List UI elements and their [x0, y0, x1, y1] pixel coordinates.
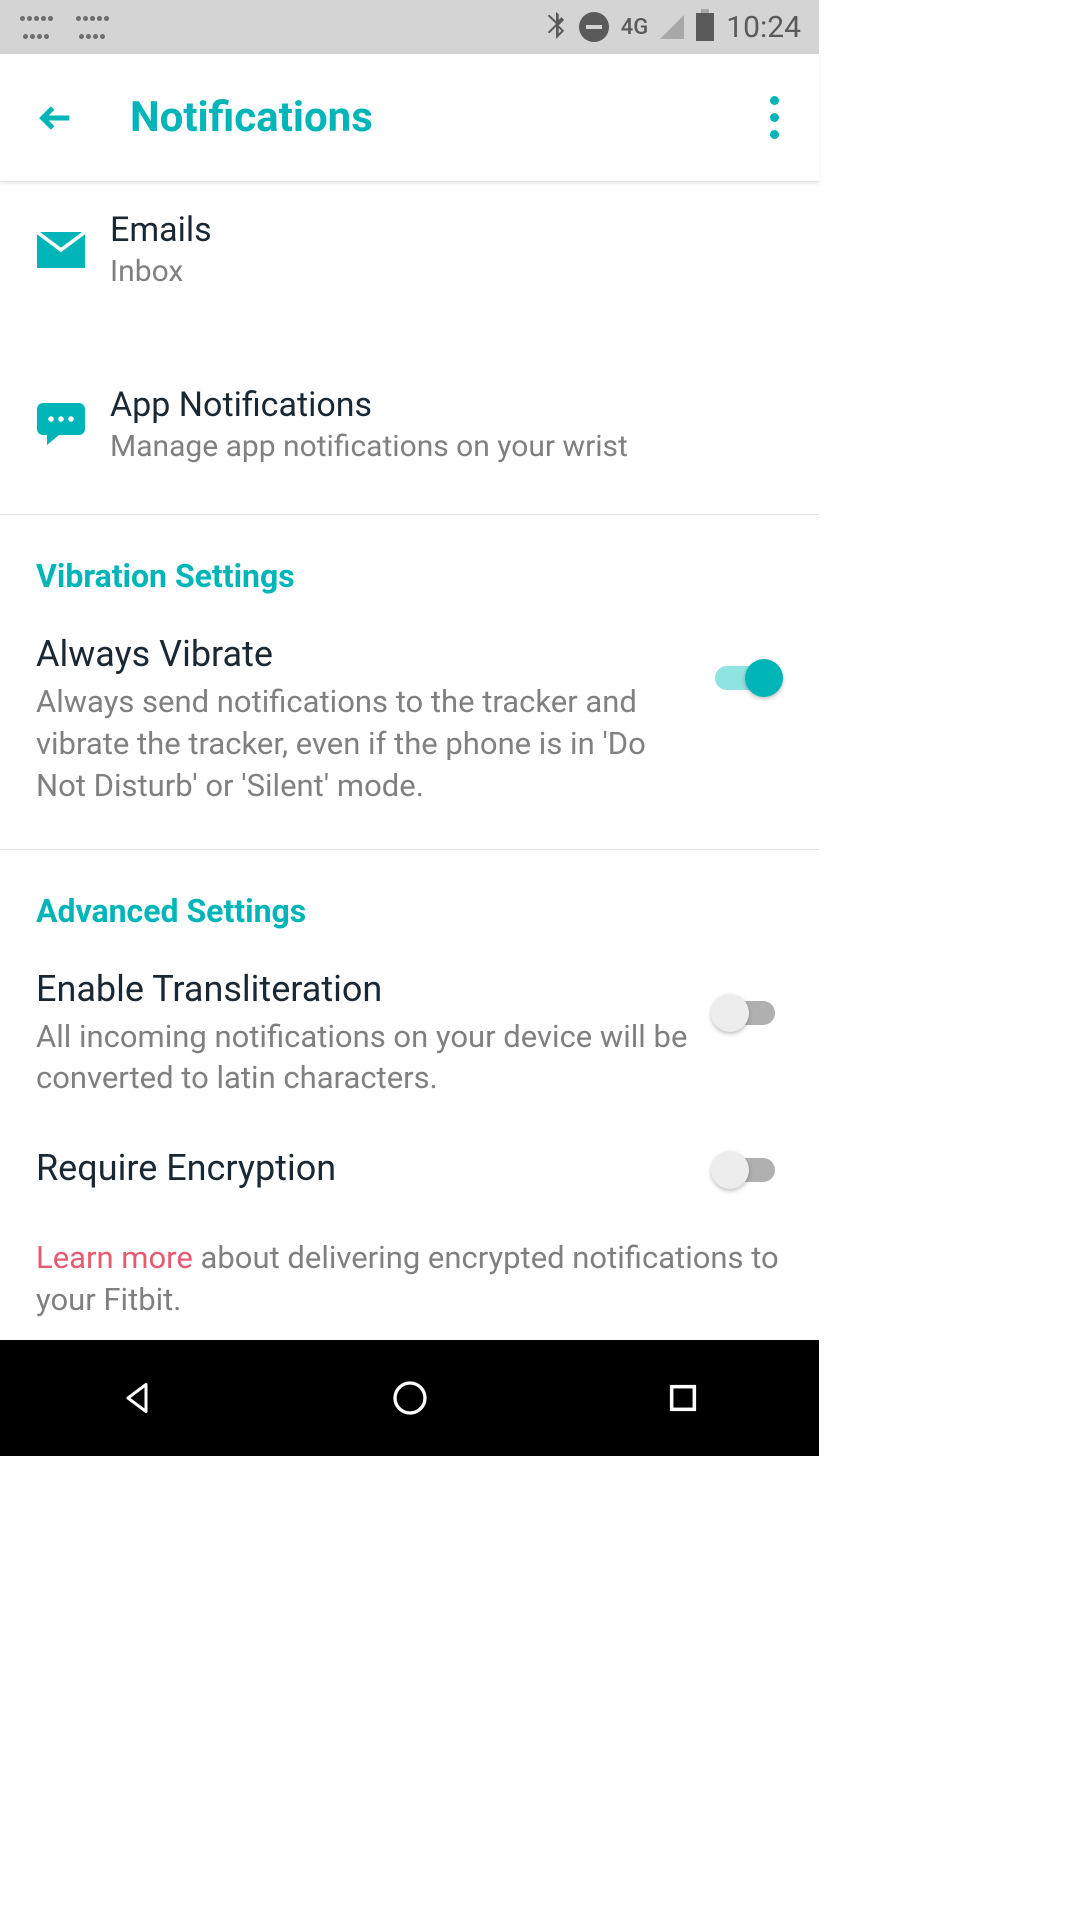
- item-subtitle: Manage app notifications on your wrist: [110, 429, 783, 464]
- setting-title: Enable Transliteration: [36, 968, 691, 1010]
- section-header-advanced: Advanced Settings: [0, 850, 819, 948]
- email-icon: [36, 225, 86, 275]
- setting-require-encryption[interactable]: Require Encryption: [0, 1119, 819, 1215]
- list-item-app-notifications[interactable]: App Notifications Manage app notificatio…: [0, 357, 819, 492]
- nav-back-button[interactable]: [77, 1380, 197, 1416]
- setting-always-vibrate[interactable]: Always Vibrate Always send notifications…: [0, 613, 819, 827]
- android-nav-bar: [0, 1340, 819, 1456]
- learn-more-link[interactable]: Learn more: [36, 1239, 193, 1276]
- clock: 10:24: [726, 10, 801, 45]
- more-menu-button[interactable]: [760, 86, 789, 149]
- statusbar-right: 4G 10:24: [545, 9, 801, 46]
- android-status-bar: 4G 10:24: [0, 0, 819, 54]
- chat-icon: [36, 400, 86, 450]
- item-title: Emails: [110, 210, 783, 250]
- battery-icon: [696, 13, 714, 41]
- app-bar: Notifications: [0, 54, 819, 182]
- setting-description: Always send notifications to the tracker…: [36, 681, 691, 807]
- nav-home-button[interactable]: [350, 1378, 470, 1418]
- setting-title: Require Encryption: [36, 1147, 691, 1189]
- statusbar-left: [18, 9, 110, 45]
- list-item-emails[interactable]: Emails Inbox: [0, 182, 819, 317]
- toggle-transliteration[interactable]: [711, 994, 783, 1032]
- section-header-vibration: Vibration Settings: [0, 515, 819, 613]
- do-not-disturb-icon: [579, 12, 609, 42]
- back-button[interactable]: [36, 98, 76, 138]
- setting-enable-transliteration[interactable]: Enable Transliteration All incoming noti…: [0, 948, 819, 1120]
- nav-recent-button[interactable]: [623, 1381, 743, 1415]
- toggle-encryption[interactable]: [711, 1151, 783, 1189]
- fitbit-icon: [74, 9, 110, 45]
- network-label: 4G: [621, 15, 649, 40]
- setting-title: Always Vibrate: [36, 633, 691, 675]
- signal-icon: [660, 15, 684, 39]
- page-title: Notifications: [130, 93, 373, 142]
- fitbit-icon: [18, 9, 54, 45]
- item-subtitle: Inbox: [110, 254, 783, 289]
- toggle-always-vibrate[interactable]: [711, 659, 783, 697]
- bluetooth-icon: [545, 9, 567, 46]
- setting-description: All incoming notifications on your devic…: [36, 1016, 691, 1100]
- item-title: App Notifications: [110, 385, 783, 425]
- encryption-footer: Learn more about delivering encrypted no…: [0, 1215, 819, 1343]
